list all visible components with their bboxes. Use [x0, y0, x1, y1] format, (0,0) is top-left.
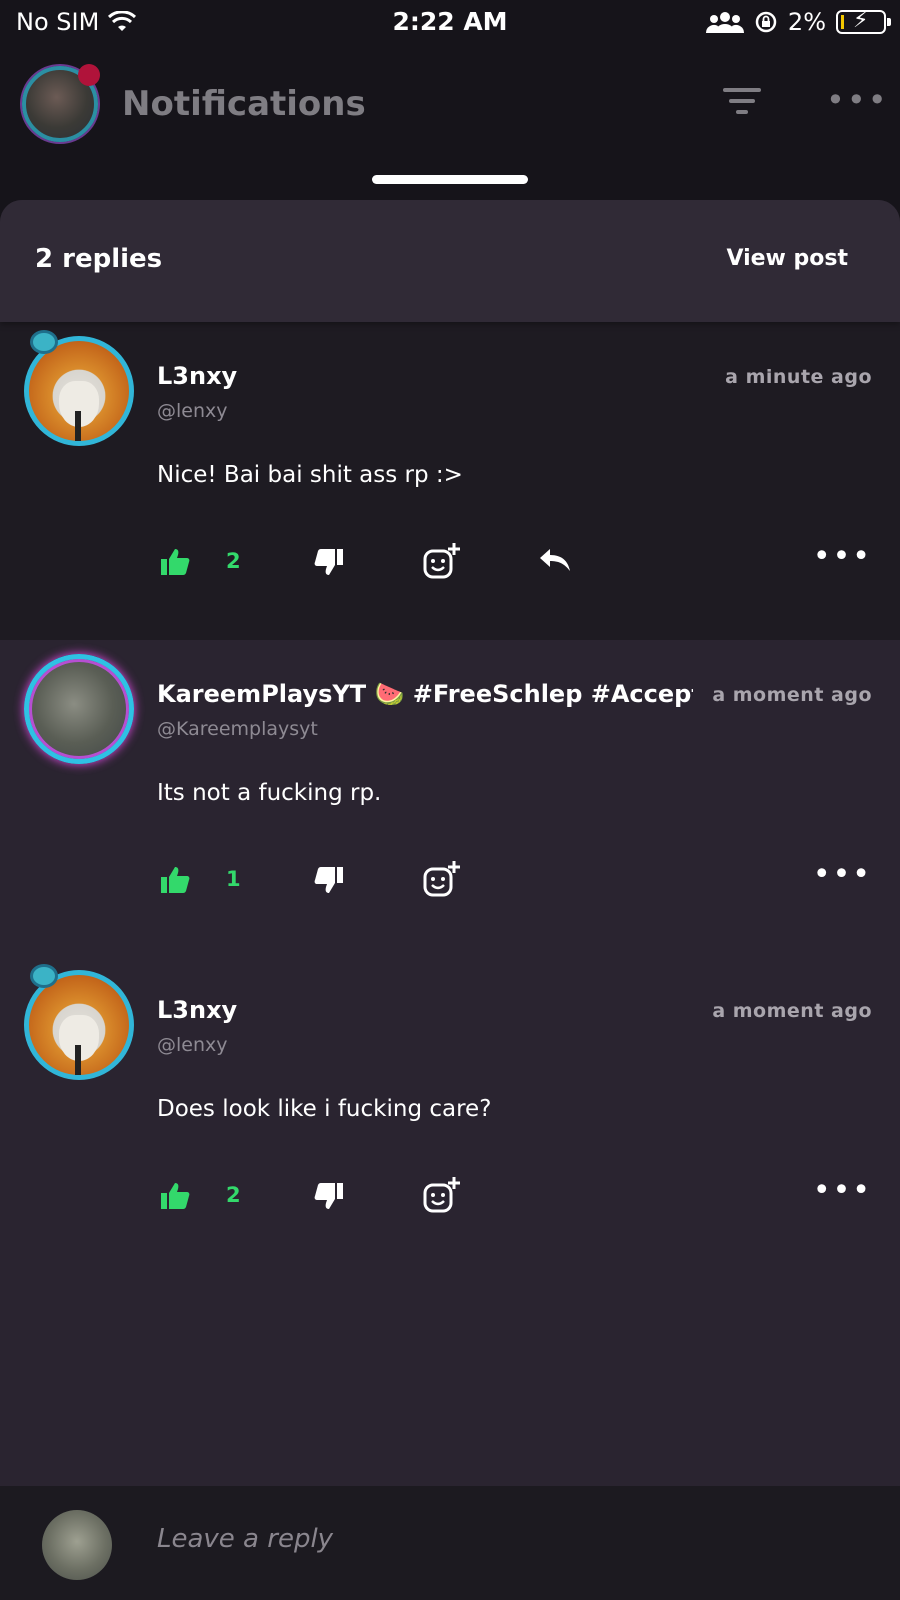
filter-icon[interactable] [722, 88, 762, 118]
like-count: 2 [226, 549, 241, 573]
charging-bolt-icon: ⚡ [853, 8, 869, 33]
battery-icon: ⚡ [836, 8, 891, 34]
like-count: 2 [226, 1183, 241, 1207]
comment-handle: @Kareemplaysyt [157, 718, 318, 740]
status-bar: No SIM 2:22 AM 2% ⚡ [0, 0, 900, 44]
app-header: Notifications ••• [0, 44, 900, 204]
comment-time: a moment ago [712, 684, 872, 706]
sheet-drag-handle[interactable] [372, 175, 528, 184]
replies-count: 2 replies [35, 244, 163, 274]
comment-handle: @lenxy [157, 1034, 228, 1056]
thumbs-down-icon[interactable] [314, 865, 344, 895]
thumbs-down-icon[interactable] [314, 1181, 344, 1211]
view-post-button[interactable]: View post [726, 246, 848, 271]
comment-time: a minute ago [725, 366, 872, 388]
thumbs-up-icon[interactable] [160, 1181, 190, 1211]
comment-more-icon[interactable]: ••• [813, 539, 872, 574]
thumbs-up-icon[interactable] [160, 547, 190, 577]
replies-sheet: 2 replies View post L3nxy @lenxy a minut… [0, 200, 900, 1600]
comment-item: L3nxy @lenxy a minute ago Nice! Bai bai … [0, 322, 900, 640]
avatar-frame-deco-icon [30, 330, 58, 354]
orientation-lock-icon [755, 11, 777, 33]
reply-icon[interactable] [538, 545, 572, 575]
status-right: 2% ⚡ [705, 8, 891, 36]
notification-dot [78, 64, 100, 86]
comment-text: Does look like i fucking care? [157, 1096, 492, 1122]
avatar-frame-deco-icon [30, 964, 58, 988]
reply-input[interactable] [157, 1524, 757, 1554]
thumbs-down-icon[interactable] [314, 547, 344, 577]
comment-text: Nice! Bai bai shit ass rp :> [157, 462, 463, 488]
comment-text: Its not a fucking rp. [157, 780, 382, 806]
comment-actions: 2 ••• [0, 1173, 900, 1221]
thumbs-up-icon[interactable] [160, 865, 190, 895]
my-avatar [42, 1510, 112, 1580]
more-options-icon[interactable]: ••• [826, 84, 889, 116]
battery-percent: 2% [787, 8, 826, 36]
comment-time: a moment ago [712, 1000, 872, 1022]
page-title: Notifications [122, 84, 366, 124]
comment-handle: @lenxy [157, 400, 228, 422]
add-reaction-icon[interactable] [422, 541, 462, 581]
comment-username[interactable]: L3nxy [157, 362, 237, 390]
comment-actions: 2 ••• [0, 539, 900, 587]
like-count: 1 [226, 867, 241, 891]
comment-more-icon[interactable]: ••• [813, 857, 872, 892]
add-reaction-icon[interactable] [422, 1175, 462, 1215]
comment-username[interactable]: L3nxy [157, 996, 237, 1024]
comment-username[interactable]: KareemPlaysYT 🍉 #FreeSchlep #Acceptth [157, 680, 693, 708]
reply-composer [0, 1486, 900, 1600]
comment-actions: 1 ••• [0, 857, 900, 905]
avatar[interactable] [24, 654, 134, 764]
sheet-header: 2 replies View post [0, 200, 900, 322]
comment-item: L3nxy @lenxy a moment ago Does look like… [0, 956, 900, 1272]
comment-more-icon[interactable]: ••• [813, 1173, 872, 1208]
add-reaction-icon[interactable] [422, 859, 462, 899]
comment-item: KareemPlaysYT 🍉 #FreeSchlep #Acceptth @K… [0, 640, 900, 956]
people-icon [705, 12, 744, 33]
